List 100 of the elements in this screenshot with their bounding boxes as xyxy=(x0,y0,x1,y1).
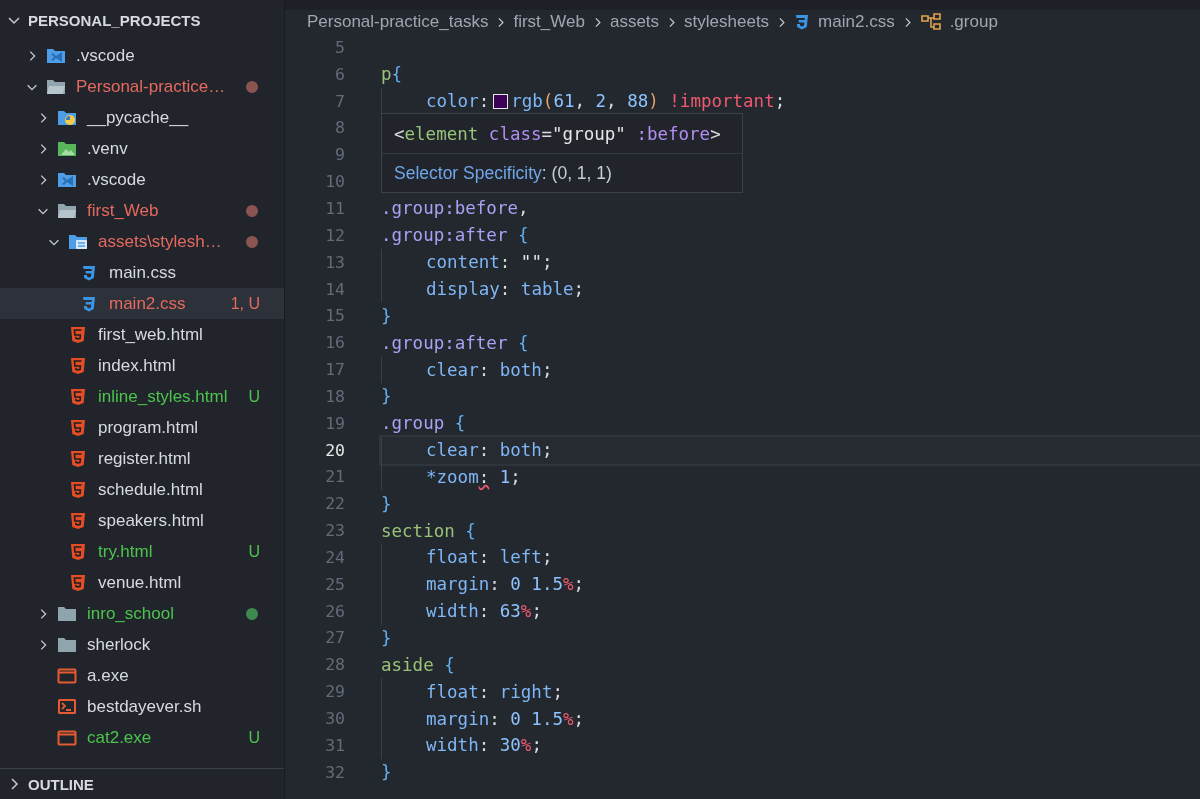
line-number: 5 xyxy=(334,37,345,57)
css-file-icon xyxy=(794,13,811,31)
color-swatch[interactable] xyxy=(493,93,509,109)
code-text: clear: both; xyxy=(426,359,553,380)
line-number: 24 xyxy=(324,547,345,567)
git-status-label: 1, U xyxy=(230,294,260,313)
code-text: margin: 0 1.5%; xyxy=(426,708,585,729)
line-number: 21 xyxy=(324,467,345,487)
executable-file-icon xyxy=(57,729,77,746)
folder-item[interactable]: first_Web xyxy=(0,195,284,226)
folder-item[interactable]: inro_school xyxy=(0,598,284,629)
file-item[interactable]: register.html xyxy=(0,443,284,474)
breadcrumb[interactable]: stylesheets xyxy=(684,12,770,32)
code-text: width: 63%; xyxy=(426,601,542,622)
folder-item[interactable]: __pycache__ xyxy=(0,102,284,133)
specificity-text: Selector Specificity: (0, 1, 1) xyxy=(393,161,613,185)
open-folder-icon xyxy=(46,78,66,95)
open-folder-icon xyxy=(68,233,88,250)
code-text: aside { xyxy=(381,654,455,675)
file-item[interactable]: speakers.html xyxy=(0,505,284,536)
line-number: 15 xyxy=(324,306,345,326)
code-text: } xyxy=(381,762,392,783)
line-number: 29 xyxy=(324,682,345,702)
code-text: content: ""; xyxy=(426,252,553,273)
file-item[interactable]: bestdayever.sh xyxy=(0,691,284,722)
file-item[interactable]: main2.css 1, U xyxy=(0,288,284,319)
section-title[interactable]: PERSONAL_PROJECTS xyxy=(28,11,201,29)
file-item[interactable]: first_web.html xyxy=(0,319,284,350)
folder-item[interactable]: .vscode xyxy=(0,164,284,195)
line-number: 10 xyxy=(324,172,345,192)
line-number: 30 xyxy=(324,709,345,728)
code-text: color: xyxy=(426,91,490,112)
html-file-icon xyxy=(70,511,86,530)
file-item[interactable]: main.css xyxy=(0,257,284,288)
file-item[interactable]: inline_styles.html U xyxy=(0,381,284,412)
folder-item[interactable]: .vscode xyxy=(0,40,284,71)
folder-icon xyxy=(57,605,77,622)
html-file-icon xyxy=(70,449,86,468)
html-file-icon xyxy=(70,418,86,437)
breadcrumb[interactable]: .group xyxy=(919,12,998,32)
code-text: .group:after { xyxy=(381,332,529,353)
line-number: 12 xyxy=(324,225,345,245)
symbol-icon xyxy=(919,13,942,31)
line-number: 7 xyxy=(334,91,345,111)
code-text: } xyxy=(381,628,392,648)
code-text: width: 30%; xyxy=(426,735,542,756)
code-text: float: left; xyxy=(426,547,553,568)
line-number: 27 xyxy=(324,628,345,648)
folder-icon xyxy=(57,109,77,126)
code-text: .group:before, xyxy=(381,198,529,219)
file-item[interactable]: schedule.html xyxy=(0,474,284,505)
code-text: <element class="group" :before> xyxy=(394,123,721,144)
file-item[interactable]: try.html U xyxy=(0,536,284,567)
html-file-icon xyxy=(70,325,86,344)
code-text: rgb(61, 2, 88) !important; xyxy=(511,91,786,112)
folder-item[interactable]: sherlock xyxy=(0,629,284,660)
breadcrumb[interactable]: first_Web xyxy=(513,12,585,32)
open-folder-icon xyxy=(57,202,77,219)
line-number: 16 xyxy=(324,333,345,353)
html-file-icon xyxy=(70,356,86,375)
code-text: margin: 0 1.5%; xyxy=(426,574,585,595)
file-item[interactable]: index.html xyxy=(0,350,284,381)
html-file-icon xyxy=(70,387,86,406)
folder-item[interactable]: .venv xyxy=(0,133,284,164)
css-file-icon xyxy=(81,294,97,313)
section-title[interactable]: OUTLINE xyxy=(28,775,94,793)
code-text: } xyxy=(381,493,392,514)
file-item[interactable]: venue.html xyxy=(0,567,284,598)
file-item[interactable]: program.html xyxy=(0,412,284,443)
line-number: 19 xyxy=(324,413,345,433)
specificity-link[interactable]: Selector Specificity xyxy=(394,162,542,183)
html-file-icon xyxy=(70,480,86,499)
executable-file-icon xyxy=(57,667,77,684)
terminal-file-icon xyxy=(57,698,77,715)
code-text: display: table; xyxy=(426,279,585,299)
html-file-icon xyxy=(70,542,86,561)
breadcrumb[interactable]: main2.css xyxy=(794,12,895,32)
folder-item[interactable]: Personal-practice… xyxy=(0,71,284,102)
code-text: } xyxy=(381,305,392,326)
css-file-icon xyxy=(81,263,97,282)
folder-icon xyxy=(57,636,77,653)
line-number: 26 xyxy=(324,601,345,621)
code-text: .group:after { xyxy=(381,225,529,246)
folder-icon xyxy=(57,171,77,188)
git-status-label: U xyxy=(248,542,260,561)
line-number: 18 xyxy=(324,386,345,406)
line-number: 32 xyxy=(324,762,345,782)
file-item[interactable]: a.exe xyxy=(0,660,284,691)
line-number: 8 xyxy=(334,118,345,138)
line-number: 22 xyxy=(324,494,345,514)
folder-item[interactable]: assets\stylesh… xyxy=(0,226,284,257)
code-text: .group { xyxy=(381,413,466,434)
line-number: 28 xyxy=(324,655,345,675)
line-number: 31 xyxy=(324,735,345,755)
line-number: 17 xyxy=(324,360,345,380)
breadcrumb[interactable]: assets xyxy=(609,12,660,32)
breadcrumb[interactable]: Personal-practice_tasks xyxy=(307,12,489,32)
line-number: 11 xyxy=(324,199,345,218)
line-number: 25 xyxy=(324,574,345,594)
file-item[interactable]: cat2.exe U xyxy=(0,722,284,753)
